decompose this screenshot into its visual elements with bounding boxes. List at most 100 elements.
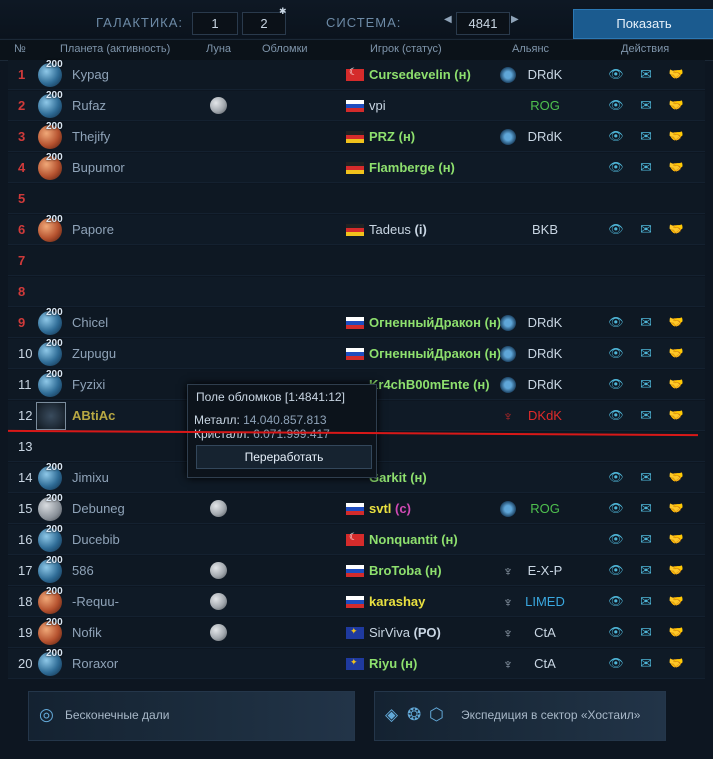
planet-name[interactable]: Debuneg: [72, 501, 125, 516]
eye-icon[interactable]: 👁: [606, 97, 626, 113]
envelope-icon[interactable]: ✉: [636, 314, 656, 330]
moon-icon[interactable]: [210, 593, 227, 610]
player-name[interactable]: ОгненныйДракон (н): [369, 346, 501, 361]
eye-icon[interactable]: 👁: [606, 376, 626, 392]
player-name[interactable]: Garkit (н): [369, 470, 427, 485]
player-name-text[interactable]: vpi: [369, 98, 386, 113]
player-name[interactable]: Kr4chB00mEnte (н): [369, 377, 490, 392]
alliance-name[interactable]: ROG: [513, 98, 577, 113]
player-name[interactable]: Nonquantit (н): [369, 532, 458, 547]
moon-icon[interactable]: [210, 562, 227, 579]
eye-icon[interactable]: 👁: [606, 66, 626, 82]
planet-name[interactable]: Ducebib: [72, 532, 120, 547]
player-name-text[interactable]: SirViva: [369, 625, 410, 640]
planet-name[interactable]: Chicel: [72, 315, 108, 330]
player-name-text[interactable]: ОгненныйДракон: [369, 315, 481, 330]
envelope-icon[interactable]: ✉: [636, 531, 656, 547]
eye-icon[interactable]: 👁: [606, 159, 626, 175]
eye-icon[interactable]: 👁: [606, 314, 626, 330]
planet-name[interactable]: Roraxor: [72, 656, 118, 671]
planet-name[interactable]: Papore: [72, 222, 114, 237]
handshake-icon[interactable]: 🤝: [666, 97, 686, 113]
alliance-name[interactable]: DRdK: [513, 67, 577, 82]
show-button[interactable]: Показать: [573, 9, 713, 39]
player-name-text[interactable]: Nonquantit: [369, 532, 438, 547]
endless-expanse-panel[interactable]: ◎ Бесконечные дали: [28, 691, 355, 741]
alliance-name[interactable]: LIMED: [513, 594, 577, 609]
handshake-icon[interactable]: 🤝: [666, 469, 686, 485]
envelope-icon[interactable]: ✉: [636, 624, 656, 640]
system-input[interactable]: 4841: [456, 12, 510, 35]
envelope-icon[interactable]: ✉: [636, 500, 656, 516]
handshake-icon[interactable]: 🤝: [666, 221, 686, 237]
eye-icon[interactable]: 👁: [606, 128, 626, 144]
planet-name[interactable]: Fyzixi: [72, 377, 105, 392]
eye-icon[interactable]: 👁: [606, 531, 626, 547]
handshake-icon[interactable]: 🤝: [666, 128, 686, 144]
handshake-icon[interactable]: 🤝: [666, 314, 686, 330]
player-name[interactable]: karashay: [369, 594, 425, 609]
player-name-text[interactable]: BroToba: [369, 563, 421, 578]
moon-icon[interactable]: [210, 624, 227, 641]
next-system-arrow-icon[interactable]: ▶: [511, 14, 519, 25]
galaxy-input[interactable]: 1: [192, 12, 238, 35]
previous-system-arrow-icon[interactable]: ◀: [444, 14, 452, 25]
eye-icon[interactable]: 👁: [606, 345, 626, 361]
envelope-icon[interactable]: ✉: [636, 407, 656, 423]
envelope-icon[interactable]: ✉: [636, 66, 656, 82]
player-name-text[interactable]: Riyu: [369, 656, 397, 671]
alliance-name[interactable]: DRdK: [513, 346, 577, 361]
handshake-icon[interactable]: 🤝: [666, 500, 686, 516]
player-name[interactable]: Cursedevelin (н): [369, 67, 471, 82]
envelope-icon[interactable]: ✉: [636, 376, 656, 392]
player-name[interactable]: vpi: [369, 98, 386, 113]
envelope-icon[interactable]: ✉: [636, 345, 656, 361]
player-name-text[interactable]: Cursedevelin: [369, 67, 451, 82]
handshake-icon[interactable]: 🤝: [666, 655, 686, 671]
player-name-text[interactable]: karashay: [369, 594, 425, 609]
recycle-button[interactable]: Переработать: [196, 445, 372, 469]
handshake-icon[interactable]: 🤝: [666, 345, 686, 361]
alliance-name[interactable]: DRdK: [513, 315, 577, 330]
envelope-icon[interactable]: ✉: [636, 221, 656, 237]
handshake-icon[interactable]: 🤝: [666, 562, 686, 578]
planet-name[interactable]: Kypag: [72, 67, 109, 82]
moon-icon[interactable]: [210, 500, 227, 517]
handshake-icon[interactable]: 🤝: [666, 624, 686, 640]
alliance-name[interactable]: DRdK: [513, 377, 577, 392]
player-name[interactable]: Tadeus (i): [369, 222, 427, 237]
player-name-text[interactable]: Kr4chB00mEnte: [369, 377, 469, 392]
planet-name[interactable]: Rufaz: [72, 98, 106, 113]
player-name-text[interactable]: PRZ: [369, 129, 395, 144]
player-name[interactable]: SirViva (РО): [369, 625, 441, 640]
eye-icon[interactable]: 👁: [606, 221, 626, 237]
planet-name[interactable]: Nofik: [72, 625, 102, 640]
player-name[interactable]: BroToba (н): [369, 563, 442, 578]
planet-name[interactable]: Jimixu: [72, 470, 109, 485]
alliance-name[interactable]: DKdK: [513, 408, 577, 423]
alliance-name[interactable]: CtA: [513, 656, 577, 671]
envelope-icon[interactable]: ✉: [636, 128, 656, 144]
player-name-text[interactable]: Tadeus: [369, 222, 411, 237]
envelope-icon[interactable]: ✉: [636, 159, 656, 175]
eye-icon[interactable]: 👁: [606, 469, 626, 485]
handshake-icon[interactable]: 🤝: [666, 407, 686, 423]
eye-icon[interactable]: 👁: [606, 407, 626, 423]
planet-name[interactable]: Zupugu: [72, 346, 116, 361]
eye-icon[interactable]: 👁: [606, 655, 626, 671]
planet-name[interactable]: ABtiAc: [72, 408, 115, 423]
player-name[interactable]: PRZ (н): [369, 129, 415, 144]
envelope-icon[interactable]: ✉: [636, 97, 656, 113]
eye-icon[interactable]: 👁: [606, 562, 626, 578]
envelope-icon[interactable]: ✉: [636, 593, 656, 609]
envelope-icon[interactable]: ✉: [636, 562, 656, 578]
handshake-icon[interactable]: 🤝: [666, 531, 686, 547]
handshake-icon[interactable]: 🤝: [666, 376, 686, 392]
handshake-icon[interactable]: 🤝: [666, 66, 686, 82]
eye-icon[interactable]: 👁: [606, 624, 626, 640]
alliance-name[interactable]: CtA: [513, 625, 577, 640]
player-name[interactable]: svtl (с): [369, 501, 411, 516]
player-name[interactable]: Riyu (н): [369, 656, 417, 671]
eye-icon[interactable]: 👁: [606, 593, 626, 609]
player-name-text[interactable]: Flamberge: [369, 160, 435, 175]
